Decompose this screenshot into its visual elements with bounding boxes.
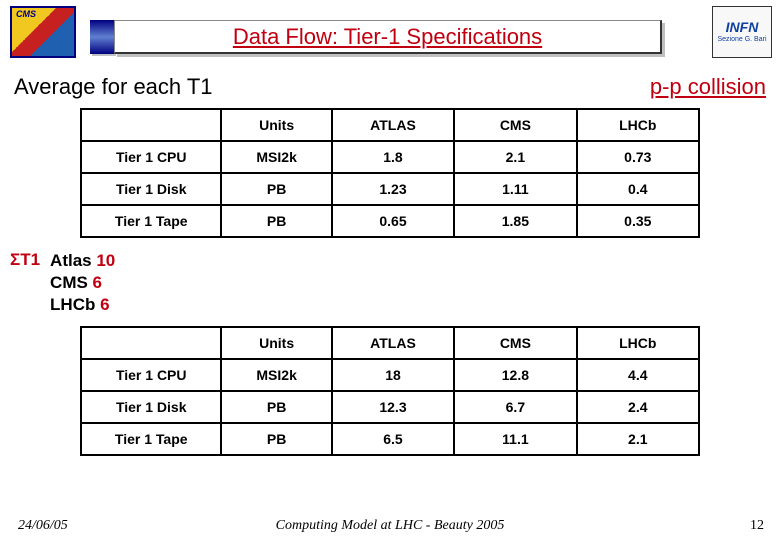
cell-atlas: 6.5 — [332, 423, 454, 455]
title-bar: Data Flow: Tier-1 Specifications — [114, 20, 662, 54]
th-blank — [81, 109, 221, 141]
tier1-sum-table: Units ATLAS CMS LHCb Tier 1 CPUMSI2k1812… — [80, 326, 700, 456]
th-cms: CMS — [454, 109, 576, 141]
footer-page-number: 12 — [750, 518, 764, 534]
th-atlas: ATLAS — [332, 109, 454, 141]
cell-name: Tier 1 CPU — [81, 141, 221, 173]
infn-logo-text: INFN — [726, 20, 759, 35]
slide-header: CMS Data Flow: Tier-1 Specifications INF… — [0, 0, 780, 68]
cell-name: Tier 1 Tape — [81, 423, 221, 455]
pp-collision-label: p-p collision — [650, 74, 766, 100]
sigma-num: 10 — [96, 251, 115, 270]
cell-atlas: 1.23 — [332, 173, 454, 205]
cell-units: PB — [221, 205, 331, 237]
sigma-num: 6 — [100, 295, 109, 314]
subheader: Average for each T1 p-p collision — [0, 68, 780, 104]
cell-units: PB — [221, 423, 331, 455]
cell-units: PB — [221, 391, 331, 423]
infn-logo-subtext: Sezione G. Bari — [717, 36, 766, 44]
table-row: Tier 1 CPUMSI2k1812.84.4 — [81, 359, 699, 391]
cell-units: MSI2k — [221, 359, 331, 391]
cell-lhcb: 0.73 — [577, 141, 699, 173]
cell-cms: 1.85 — [454, 205, 576, 237]
cms-logo: CMS — [10, 6, 76, 58]
sigma-label: ΣT1 — [10, 250, 40, 316]
cell-units: MSI2k — [221, 141, 331, 173]
sigma-exp: Atlas — [50, 251, 96, 270]
cms-logo-text: CMS — [16, 9, 36, 19]
th-atlas: ATLAS — [332, 327, 454, 359]
cell-lhcb: 0.35 — [577, 205, 699, 237]
sigma-row: CMS 6 — [50, 272, 115, 294]
sigma-row: LHCb 6 — [50, 294, 115, 316]
th-lhcb: LHCb — [577, 109, 699, 141]
slide-footer: 24/06/05 Computing Model at LHC - Beauty… — [0, 518, 780, 534]
table-header-row: Units ATLAS CMS LHCb — [81, 327, 699, 359]
table-row: Tier 1 TapePB6.511.12.1 — [81, 423, 699, 455]
th-units: Units — [221, 109, 331, 141]
cell-lhcb: 2.4 — [577, 391, 699, 423]
avg-label: Average for each T1 — [14, 74, 213, 100]
footer-title: Computing Model at LHC - Beauty 2005 — [0, 518, 780, 534]
cell-name: Tier 1 Disk — [81, 391, 221, 423]
table-header-row: Units ATLAS CMS LHCb — [81, 109, 699, 141]
cell-units: PB — [221, 173, 331, 205]
cell-atlas: 18 — [332, 359, 454, 391]
cell-atlas: 0.65 — [332, 205, 454, 237]
sigma-list: Atlas 10CMS 6LHCb 6 — [50, 250, 115, 316]
cell-lhcb: 4.4 — [577, 359, 699, 391]
sigma-row: Atlas 10 — [50, 250, 115, 272]
cell-atlas: 1.8 — [332, 141, 454, 173]
cell-cms: 11.1 — [454, 423, 576, 455]
cell-cms: 2.1 — [454, 141, 576, 173]
table-2-wrap: Units ATLAS CMS LHCb Tier 1 CPUMSI2k1812… — [80, 326, 700, 456]
table-row: Tier 1 TapePB0.651.850.35 — [81, 205, 699, 237]
sigma-t1-block: ΣT1 Atlas 10CMS 6LHCb 6 — [0, 244, 780, 322]
infn-logo: INFN Sezione G. Bari — [712, 6, 772, 58]
cell-cms: 1.11 — [454, 173, 576, 205]
cell-lhcb: 2.1 — [577, 423, 699, 455]
sigma-exp: CMS — [50, 273, 93, 292]
cell-name: Tier 1 Disk — [81, 173, 221, 205]
sigma-exp: LHCb — [50, 295, 100, 314]
table-1-wrap: Units ATLAS CMS LHCb Tier 1 CPUMSI2k1.82… — [80, 108, 700, 238]
th-blank — [81, 327, 221, 359]
sigma-num: 6 — [93, 273, 102, 292]
cell-cms: 6.7 — [454, 391, 576, 423]
table-row: Tier 1 DiskPB1.231.110.4 — [81, 173, 699, 205]
title-accent-bar — [90, 20, 114, 54]
table-row: Tier 1 CPUMSI2k1.82.10.73 — [81, 141, 699, 173]
cell-name: Tier 1 CPU — [81, 359, 221, 391]
tier1-avg-table: Units ATLAS CMS LHCb Tier 1 CPUMSI2k1.82… — [80, 108, 700, 238]
cell-lhcb: 0.4 — [577, 173, 699, 205]
table-row: Tier 1 DiskPB12.36.72.4 — [81, 391, 699, 423]
cell-cms: 12.8 — [454, 359, 576, 391]
cell-name: Tier 1 Tape — [81, 205, 221, 237]
th-units: Units — [221, 327, 331, 359]
th-lhcb: LHCb — [577, 327, 699, 359]
th-cms: CMS — [454, 327, 576, 359]
slide-title: Data Flow: Tier-1 Specifications — [233, 24, 542, 50]
cell-atlas: 12.3 — [332, 391, 454, 423]
